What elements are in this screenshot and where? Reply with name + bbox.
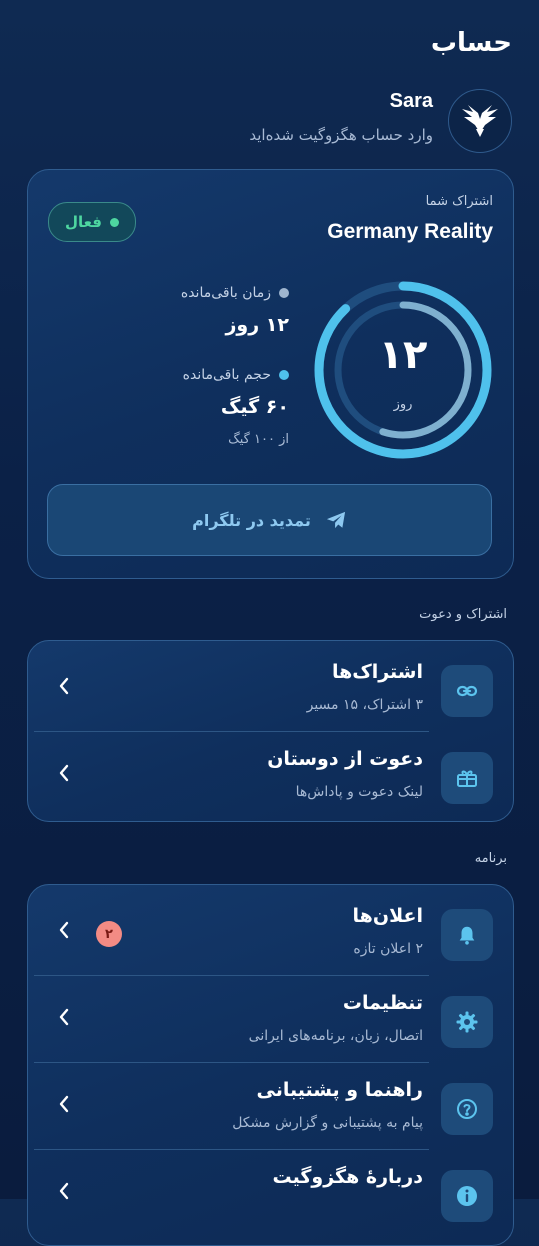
user-status-text: وارد حساب هگزوگیت شده‌اید bbox=[249, 126, 433, 144]
user-name: Sara bbox=[389, 90, 433, 112]
menu-item-title: دربارهٔ هگزوگیت bbox=[272, 1166, 424, 1188]
avatar[interactable] bbox=[448, 89, 512, 153]
menu-item-notifications[interactable]: اعلان‌ها ۲ اعلان تازه ۲ bbox=[28, 889, 513, 975]
page-title: حساب bbox=[430, 28, 512, 58]
chevron-left-icon bbox=[59, 677, 69, 695]
telegram-icon bbox=[326, 511, 345, 529]
time-left-dot bbox=[279, 288, 289, 298]
volume-total: از ۱۰۰ گیگ bbox=[228, 432, 289, 447]
time-left-value: ۱۲ روز bbox=[225, 314, 289, 336]
section-label-app: برنامه bbox=[474, 851, 507, 866]
volume-left-dot bbox=[279, 370, 289, 380]
menu-item-settings[interactable]: تنظیمات اتصال، زبان، برنامه‌های ایرانی bbox=[28, 976, 513, 1062]
menu-item-subtitle: اتصال، زبان، برنامه‌های ایرانی bbox=[248, 1028, 423, 1044]
menu-item-subtitle: ۳ اشتراک، ۱۵ مسیر bbox=[306, 697, 423, 713]
volume-left-label-row: حجم باقی‌مانده bbox=[183, 367, 289, 383]
subscription-card: اشتراک شما Germany Reality فعال ۱۲ روز ز… bbox=[27, 169, 514, 579]
section-label-subscriptions: اشتراک و دعوت bbox=[419, 607, 507, 622]
subscription-label: اشتراک شما bbox=[425, 194, 493, 209]
time-left-label-row: زمان باقی‌مانده bbox=[181, 285, 289, 301]
menu-item-title: اعلان‌ها bbox=[352, 905, 423, 927]
days-remaining-ring: ۱۲ روز bbox=[314, 281, 492, 459]
menu-item-title: تنظیمات bbox=[342, 992, 423, 1014]
menu-item-about[interactable]: دربارهٔ هگزوگیت bbox=[28, 1150, 513, 1236]
status-badge: فعال bbox=[48, 202, 136, 242]
help-icon bbox=[457, 1099, 477, 1119]
menu-item-title: اشتراک‌ها bbox=[331, 661, 423, 683]
chevron-left-icon bbox=[59, 1182, 69, 1200]
bell-icon bbox=[459, 926, 475, 945]
help-icon-box bbox=[441, 1083, 493, 1135]
link-icon bbox=[456, 685, 478, 697]
volume-left-label: حجم باقی‌مانده bbox=[182, 367, 271, 383]
menu-item-subtitle: ۲ اعلان تازه bbox=[353, 941, 423, 957]
chevron-left-icon bbox=[59, 764, 69, 782]
menu-item-help-support[interactable]: راهنما و پشتیبانی پیام به پشتیبانی و گزا… bbox=[28, 1063, 513, 1149]
time-left-label: زمان باقی‌مانده bbox=[180, 285, 271, 301]
winged-logo-icon bbox=[462, 105, 498, 137]
menu-item-invite-friends[interactable]: دعوت از دوستان لینک دعوت و پاداش‌ها bbox=[28, 732, 513, 818]
plan-name: Germany Reality bbox=[327, 220, 493, 243]
ring-value: ۱۲ bbox=[379, 332, 428, 378]
volume-left-value: ۶۰ گیگ bbox=[220, 396, 289, 418]
bell-icon-box bbox=[441, 909, 493, 961]
info-icon-box bbox=[441, 1170, 493, 1222]
menu-item-subscriptions[interactable]: اشتراک‌ها ۳ اشتراک، ۱۵ مسیر bbox=[28, 645, 513, 731]
menu-item-title: راهنما و پشتیبانی bbox=[256, 1079, 423, 1101]
menu-item-title: دعوت از دوستان bbox=[267, 748, 423, 770]
chevron-left-icon bbox=[59, 1095, 69, 1113]
ring-unit: روز bbox=[393, 397, 413, 412]
menu-item-subtitle: لینک دعوت و پاداش‌ها bbox=[295, 784, 423, 800]
info-icon bbox=[457, 1186, 477, 1206]
chevron-left-icon bbox=[59, 921, 69, 939]
app-card: اعلان‌ها ۲ اعلان تازه ۲ تنظیمات اتصال، ز… bbox=[27, 884, 514, 1246]
notification-count-badge: ۲ bbox=[96, 921, 122, 947]
gear-icon-box bbox=[441, 996, 493, 1048]
gear-icon bbox=[456, 1011, 478, 1033]
status-dot bbox=[109, 217, 119, 227]
status-text: فعال bbox=[65, 213, 102, 231]
renew-telegram-button[interactable]: تمدید در تلگرام bbox=[47, 484, 492, 556]
subscriptions-card: اشتراک‌ها ۳ اشتراک، ۱۵ مسیر دعوت از دوست… bbox=[27, 640, 514, 822]
gift-icon bbox=[457, 770, 477, 787]
gift-icon-box bbox=[441, 752, 493, 804]
chevron-left-icon bbox=[59, 1008, 69, 1026]
menu-item-subtitle: پیام به پشتیبانی و گزارش مشکل bbox=[232, 1115, 423, 1131]
link-icon-box bbox=[441, 665, 493, 717]
renew-label: تمدید در تلگرام bbox=[192, 510, 311, 530]
